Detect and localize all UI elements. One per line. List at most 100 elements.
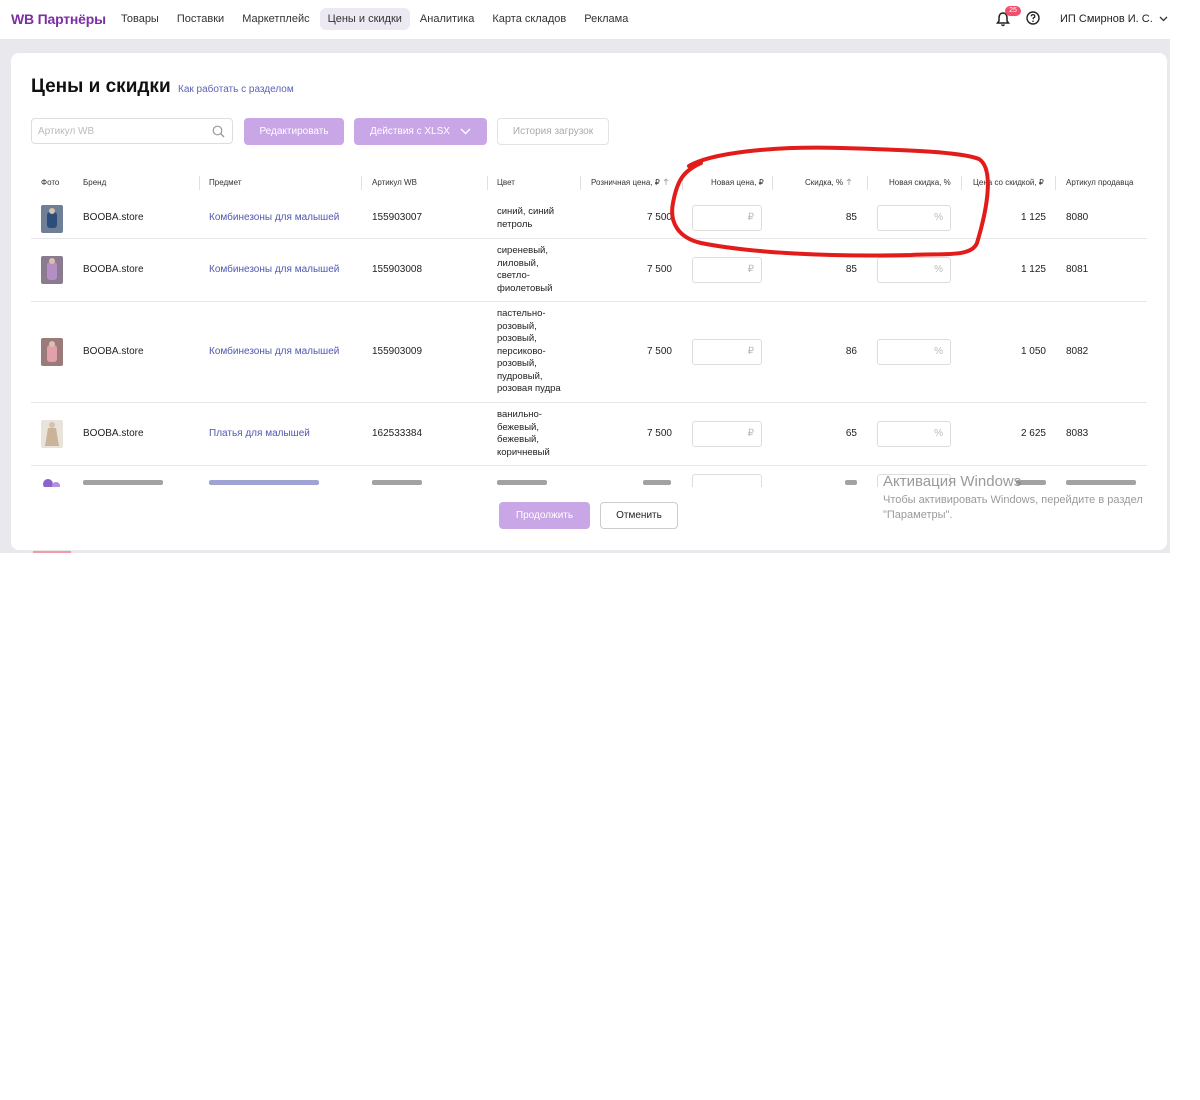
- nav-item-warehouse-map[interactable]: Карта складов: [484, 8, 574, 30]
- new-price-field: ₽: [692, 339, 762, 365]
- new-discount-field: %: [877, 339, 951, 365]
- chevron-down-icon: [460, 128, 471, 135]
- edit-button[interactable]: Редактировать: [244, 118, 344, 145]
- new-discount-input[interactable]: [878, 258, 936, 282]
- page-title: Цены и скидки: [31, 76, 171, 97]
- column-divider: [199, 176, 200, 190]
- subject-link[interactable]: Комбинезоны для малышей: [209, 264, 339, 275]
- continue-button[interactable]: Продолжить: [499, 502, 590, 529]
- column-divider: [961, 176, 962, 190]
- table-row[interactable]: BOOBA.store Платья для малышей 162533384…: [31, 403, 1147, 466]
- col-subject[interactable]: Предмет: [209, 178, 242, 187]
- table-row[interactable]: BOOBA.store Комбинезоны для малышей 1559…: [31, 302, 1147, 403]
- nav-item-marketplace[interactable]: Маркетплейс: [234, 8, 317, 30]
- table-row[interactable]: BOOBA.store Комбинезоны для малышей 1559…: [31, 239, 1147, 302]
- currency-unit: ₽: [747, 346, 754, 357]
- seller-article-cell: 8083: [1066, 428, 1089, 439]
- brand-cell: BOOBA.store: [83, 264, 144, 275]
- brand-cell: BOOBA.store: [83, 212, 144, 223]
- app-logo[interactable]: WB Партнёры: [11, 11, 106, 27]
- table-header: Фото Бренд Предмет Артикул WB Цвет Розни…: [31, 169, 1147, 199]
- nav-item-ads[interactable]: Реклама: [576, 8, 636, 30]
- windows-activation-title: Активация Windows: [883, 473, 1022, 490]
- currency-unit: ₽: [747, 264, 754, 275]
- nav-item-analytics[interactable]: Аналитика: [412, 8, 482, 30]
- truncated-article-text: [372, 480, 422, 485]
- new-discount-field: %: [877, 257, 951, 283]
- col-discounted-price[interactable]: Цена со скидкой, ₽: [973, 178, 1044, 187]
- color-cell: ванильно-бежевый, бежевый, коричневый: [497, 409, 550, 458]
- discount-cell: 85: [845, 212, 857, 223]
- product-photo: [41, 474, 63, 487]
- subject-link[interactable]: Платья для малышей: [209, 428, 310, 439]
- col-new-discount: Новая скидка, %: [889, 178, 951, 187]
- new-price-input[interactable]: [693, 258, 751, 282]
- new-price-field[interactable]: [692, 474, 762, 487]
- discounted-price-cell: 2 625: [1020, 428, 1046, 439]
- account-menu[interactable]: ИП Смирнов И. С.: [1060, 13, 1168, 25]
- sort-arrow-icon[interactable]: [663, 178, 669, 186]
- discounted-price-cell: 1 050: [1020, 346, 1046, 357]
- new-price-input[interactable]: [693, 206, 751, 230]
- nav-item-prices[interactable]: Цены и скидки: [319, 8, 410, 30]
- chevron-down-icon: [1159, 16, 1168, 22]
- percent-unit: %: [934, 346, 943, 357]
- seller-article-cell: 8080: [1066, 212, 1089, 223]
- col-seller-article[interactable]: Артикул продавца: [1066, 178, 1134, 187]
- help-icon[interactable]: [1026, 11, 1040, 25]
- col-discount[interactable]: Скидка, %: [805, 178, 852, 187]
- xlsx-actions-label: Действия с XLSX: [370, 126, 450, 137]
- upload-history-button[interactable]: История загрузок: [497, 118, 609, 145]
- col-brand[interactable]: Бренд: [83, 178, 106, 187]
- column-divider: [361, 176, 362, 190]
- account-name: ИП Смирнов И. С.: [1060, 13, 1153, 25]
- brand-cell: BOOBA.store: [83, 428, 144, 439]
- pink-edge-marker: [33, 551, 71, 553]
- search-icon[interactable]: [212, 125, 225, 138]
- col-new-price: Новая цена, ₽: [711, 178, 764, 187]
- subject-link[interactable]: Комбинезоны для малышей: [209, 212, 339, 223]
- cancel-button[interactable]: Отменить: [600, 502, 678, 529]
- article-wb-cell: 155903008: [372, 264, 423, 275]
- sort-arrow-icon[interactable]: [846, 178, 852, 186]
- col-article-wb[interactable]: Артикул WB: [372, 178, 417, 187]
- article-wb-cell: 155903007: [372, 212, 423, 223]
- seller-article-cell: 8082: [1066, 346, 1089, 357]
- product-photo: [41, 256, 63, 284]
- discount-cell: 65: [845, 428, 857, 439]
- discount-cell: 85: [845, 264, 857, 275]
- table-row[interactable]: BOOBA.store Комбинезоны для малышей 1559…: [31, 199, 1147, 239]
- nav-item-supplies[interactable]: Поставки: [169, 8, 232, 30]
- retail-price-cell: 7 500: [646, 212, 672, 223]
- product-photo: [41, 205, 63, 233]
- percent-unit: %: [934, 264, 943, 275]
- col-discount-label: Скидка, %: [805, 178, 844, 187]
- new-discount-input[interactable]: [878, 206, 936, 230]
- column-divider: [580, 176, 581, 190]
- col-retail-price[interactable]: Розничная цена, ₽: [591, 178, 669, 187]
- article-wb-cell: 162533384: [372, 428, 423, 439]
- new-price-field: ₽: [692, 257, 762, 283]
- truncated-brand-text: [83, 480, 163, 485]
- retail-price-cell: 7 500: [646, 346, 672, 357]
- new-price-input[interactable]: [693, 422, 751, 446]
- xlsx-actions-button[interactable]: Действия с XLSX: [354, 118, 487, 145]
- subject-link[interactable]: Комбинезоны для малышей: [209, 346, 339, 357]
- new-price-input[interactable]: [693, 340, 751, 364]
- truncated-seller-article-text: [1066, 480, 1136, 485]
- new-discount-input[interactable]: [878, 422, 936, 446]
- seller-article-cell: 8081: [1066, 264, 1089, 275]
- new-discount-input[interactable]: [878, 340, 936, 364]
- search-input[interactable]: [32, 119, 214, 143]
- article-search: [31, 118, 233, 144]
- help-section-link[interactable]: Как работать с разделом: [178, 84, 294, 95]
- col-photo: Фото: [41, 178, 60, 187]
- product-photo: [41, 338, 63, 366]
- color-cell: синий, синий петроль: [497, 206, 555, 230]
- col-color[interactable]: Цвет: [497, 178, 515, 187]
- brand-cell: BOOBA.store: [83, 346, 144, 357]
- new-discount-field: %: [877, 421, 951, 447]
- currency-unit: ₽: [747, 428, 754, 439]
- color-cell: пастельно-розовый, розовый, персиково-ро…: [497, 308, 561, 394]
- nav-item-goods[interactable]: Товары: [113, 8, 167, 30]
